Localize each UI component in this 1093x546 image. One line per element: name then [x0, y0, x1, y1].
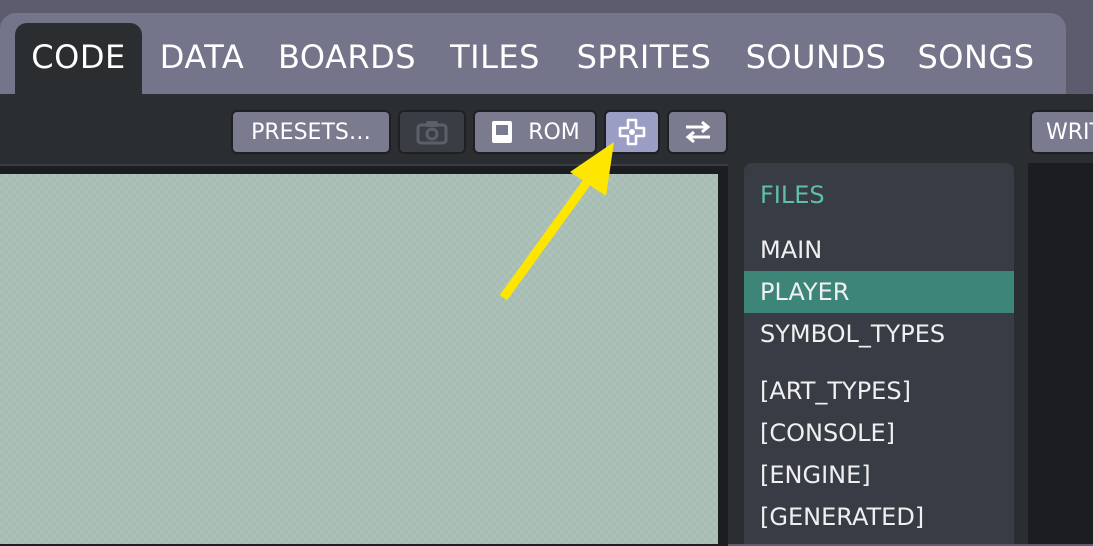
file-item-main[interactable]: MAIN: [744, 229, 1014, 271]
tab-sprites[interactable]: SPRITES: [566, 23, 722, 94]
presets-button[interactable]: PRESETS…: [231, 110, 391, 154]
file-item-console[interactable]: [CONSOLE]: [744, 412, 1014, 454]
screenshot-button[interactable]: [398, 110, 466, 154]
swap-button[interactable]: [667, 110, 728, 154]
tab-songs[interactable]: SONGS: [908, 23, 1044, 94]
gamepad-icon: [618, 118, 646, 146]
files-header: FILES: [760, 181, 825, 209]
file-item-engine[interactable]: [ENGINE]: [744, 454, 1014, 496]
tab-data[interactable]: DATA: [150, 23, 254, 94]
rom-cartridge-icon: [492, 121, 513, 143]
file-item-art-types[interactable]: [ART_TYPES]: [744, 370, 1014, 412]
file-item-player[interactable]: PLAYER: [744, 271, 1014, 313]
code-editor-pane[interactable]: [1028, 163, 1093, 544]
write-label: WRIT: [1046, 119, 1093, 145]
rom-button[interactable]: ROM: [473, 110, 597, 154]
write-button[interactable]: WRIT: [1030, 110, 1093, 154]
rom-label: ROM: [528, 119, 580, 145]
tab-sounds[interactable]: SOUNDS: [738, 23, 894, 94]
swap-arrows-icon: [685, 120, 710, 144]
file-item-symbol-types[interactable]: SYMBOL_TYPES: [744, 313, 1014, 355]
gamepad-button[interactable]: [604, 110, 660, 154]
tab-code[interactable]: CODE: [15, 23, 142, 94]
file-item-generated[interactable]: [GENERATED]: [744, 496, 1014, 538]
tab-tiles[interactable]: TILES: [440, 23, 550, 94]
presets-label: PRESETS…: [251, 119, 371, 145]
tab-boards[interactable]: BOARDS: [268, 23, 426, 94]
camera-icon: [416, 121, 448, 145]
files-panel: FILES MAIN PLAYER SYMBOL_TYPES [ART_TYPE…: [744, 163, 1014, 544]
game-screen[interactable]: [0, 174, 718, 544]
tab-bar: CODE DATA BOARDS TILES SPRITES SOUNDS SO…: [0, 13, 1066, 94]
